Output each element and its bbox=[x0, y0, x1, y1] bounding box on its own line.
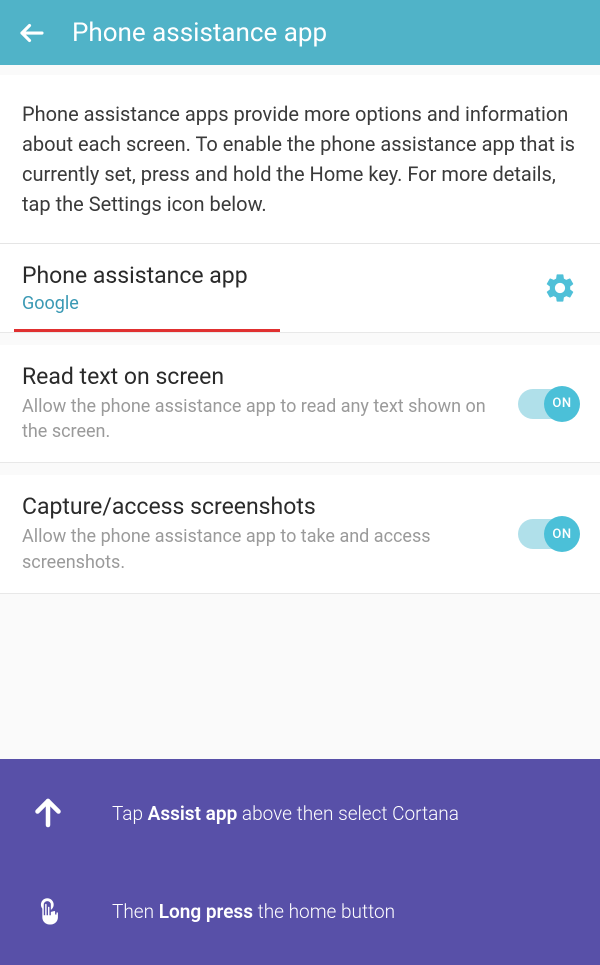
footer-step-1-post: above then select Cortana bbox=[237, 802, 459, 825]
footer-step-1-bold: Assist app bbox=[148, 802, 238, 825]
spacer bbox=[0, 333, 600, 345]
cortana-hint-footer: Tap Assist app above then select Cortana… bbox=[0, 759, 600, 965]
app-header: Phone assistance app bbox=[0, 0, 600, 65]
read-text-desc: Allow the phone assistance app to read a… bbox=[22, 394, 502, 444]
assistance-app-value: Google bbox=[22, 293, 526, 314]
arrow-up-icon bbox=[24, 789, 72, 837]
footer-step-2-pre: Then bbox=[112, 900, 159, 923]
assistance-app-title: Phone assistance app bbox=[22, 262, 526, 289]
footer-step-2-bold: Long press bbox=[159, 900, 253, 923]
footer-step-1-pre: Tap bbox=[112, 802, 148, 825]
footer-step-2-text: Then Long press the home button bbox=[112, 900, 395, 923]
read-text-title: Read text on screen bbox=[22, 363, 502, 390]
capture-text: Capture/access screenshots Allow the pho… bbox=[22, 493, 518, 574]
capture-row[interactable]: Capture/access screenshots Allow the pho… bbox=[0, 475, 600, 593]
capture-title: Capture/access screenshots bbox=[22, 493, 502, 520]
gear-icon[interactable] bbox=[542, 270, 578, 306]
read-text-text: Read text on screen Allow the phone assi… bbox=[22, 363, 518, 444]
highlight-underline bbox=[14, 329, 280, 332]
footer-step-2: Then Long press the home button bbox=[24, 887, 576, 935]
toggle-knob: ON bbox=[544, 516, 580, 552]
footer-step-2-post: the home button bbox=[253, 900, 395, 923]
back-icon[interactable] bbox=[16, 17, 48, 49]
toggle-knob: ON bbox=[544, 386, 580, 422]
spacer bbox=[0, 463, 600, 475]
description-text: Phone assistance apps provide more optio… bbox=[22, 99, 578, 219]
footer-step-1: Tap Assist app above then select Cortana bbox=[24, 789, 576, 837]
feature-description: Phone assistance apps provide more optio… bbox=[0, 75, 600, 244]
settings-content: Phone assistance apps provide more optio… bbox=[0, 75, 600, 594]
tap-hand-icon bbox=[24, 887, 72, 935]
capture-toggle[interactable]: ON bbox=[518, 519, 578, 549]
read-text-row[interactable]: Read text on screen Allow the phone assi… bbox=[0, 345, 600, 463]
assistance-app-text: Phone assistance app Google bbox=[22, 262, 542, 314]
page-title: Phone assistance app bbox=[72, 18, 327, 48]
footer-step-1-text: Tap Assist app above then select Cortana bbox=[112, 802, 459, 825]
read-text-toggle[interactable]: ON bbox=[518, 389, 578, 419]
assistance-app-row[interactable]: Phone assistance app Google bbox=[0, 244, 600, 333]
capture-desc: Allow the phone assistance app to take a… bbox=[22, 524, 502, 574]
